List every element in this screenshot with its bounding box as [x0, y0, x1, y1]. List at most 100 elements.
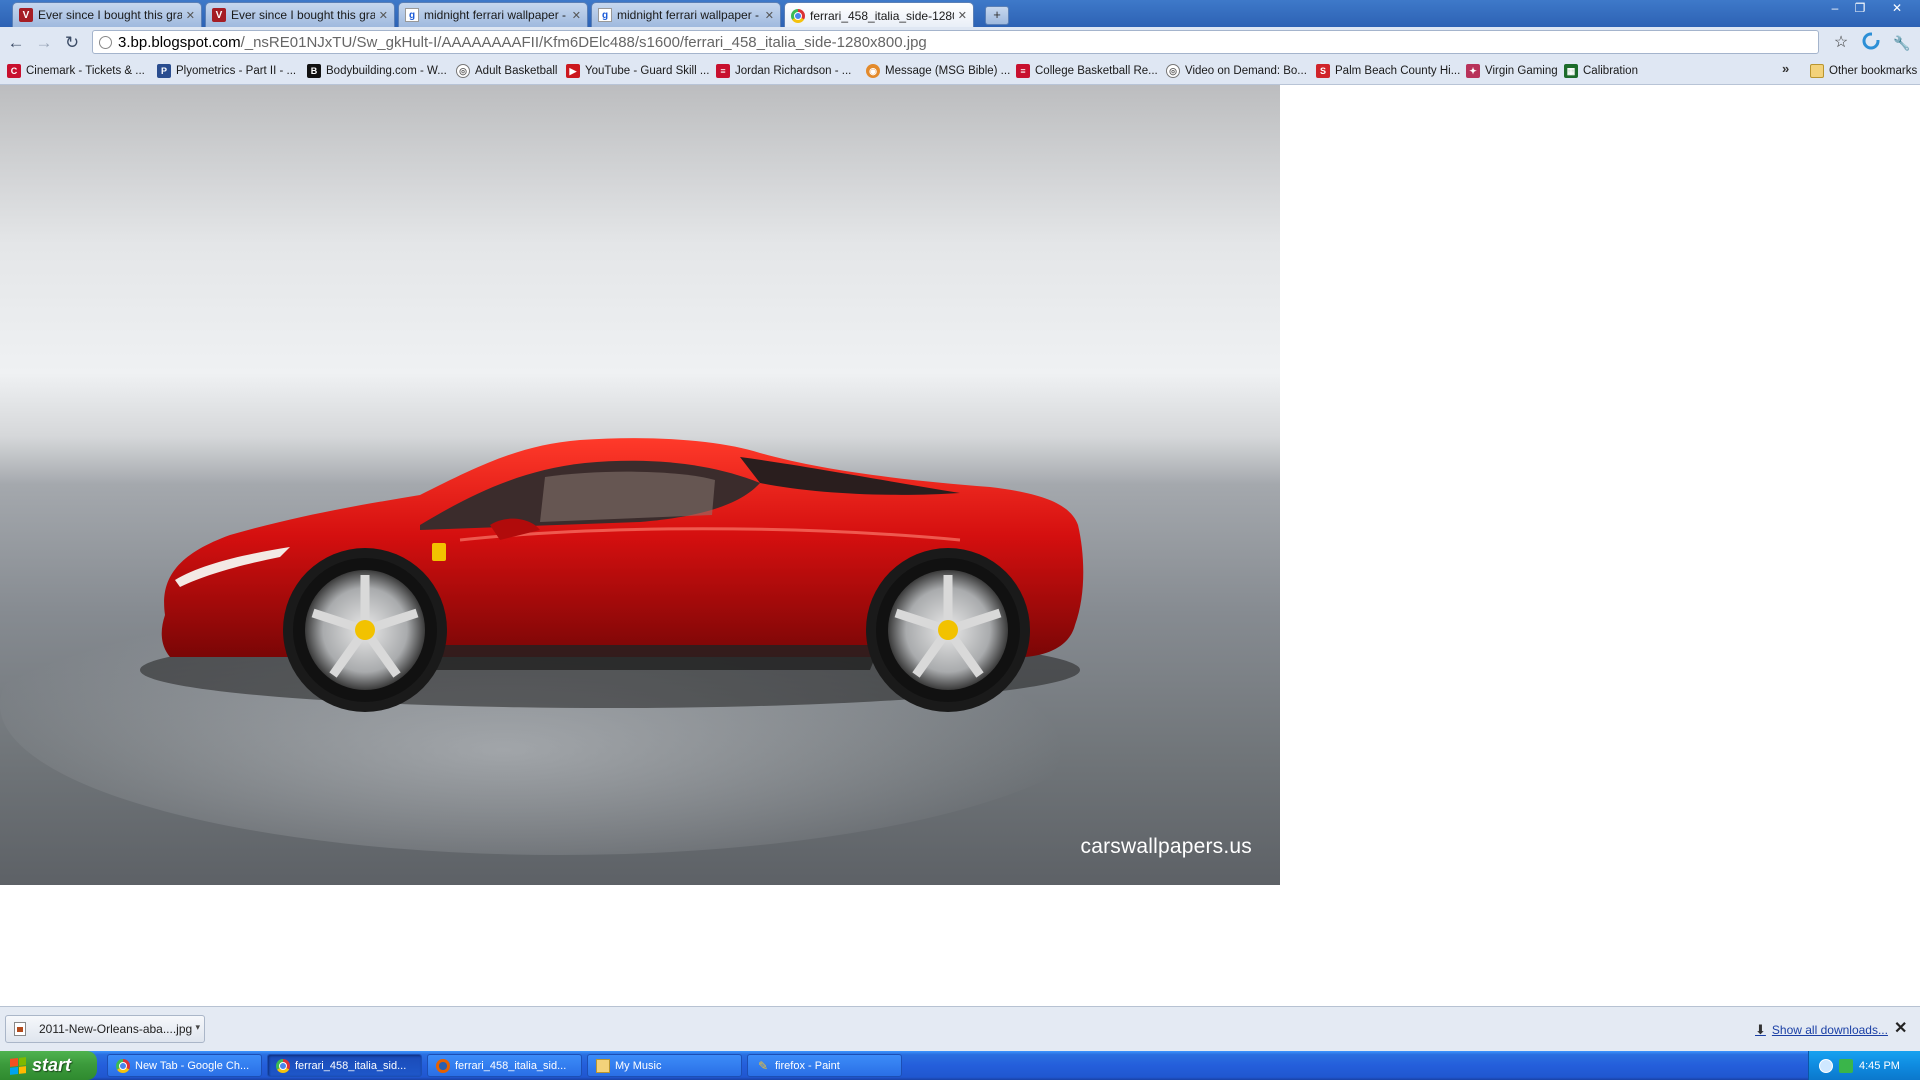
back-button[interactable]: ← [5, 32, 27, 54]
close-icon[interactable]: ✕ [379, 9, 388, 22]
v-site-icon: V [19, 8, 33, 22]
chrome-icon [276, 1058, 290, 1073]
bookmark-calibration[interactable]: ▦ Calibration [1564, 58, 1638, 84]
page-icon [99, 35, 112, 49]
reload-button[interactable]: ↻ [61, 32, 83, 54]
bookmarks-bar: C Cinemark - Tickets & ... P Plyometrics… [0, 58, 1920, 85]
restore-button[interactable]: ❐ [1849, 1, 1871, 17]
close-download-shelf-button[interactable]: ✕ [1894, 1018, 1907, 1038]
close-icon[interactable]: ✕ [958, 9, 967, 22]
page-content: carswallpapers.us [0, 85, 1920, 1006]
bookmark-label: Plyometrics - Part II - ... [176, 65, 297, 77]
clock[interactable]: 4:45 PM [1859, 1060, 1900, 1072]
ferrari-car-illustration [0, 438, 1120, 855]
watermark-text: carswallpapers.us [1080, 835, 1252, 858]
bookmark-cinemark[interactable]: C Cinemark - Tickets & ... [7, 58, 145, 84]
windows-taskbar: start New Tab - Google Ch... ferrari_458… [0, 1051, 1920, 1080]
page-icon: P [157, 64, 171, 78]
chrome-icon [116, 1058, 130, 1073]
tab-title: ferrari_458_italia_side-1280x8 [810, 8, 954, 23]
show-all-downloads-link[interactable]: ⬇ Show all downloads... [1755, 1022, 1888, 1038]
tray-expand-icon[interactable] [1819, 1058, 1833, 1073]
bookmark-plyometrics[interactable]: P Plyometrics - Part II - ... [157, 58, 296, 84]
taskbar-item-label: My Music [615, 1059, 662, 1072]
new-tab-button[interactable]: + [985, 6, 1009, 25]
tab-midnight-ferrari-1[interactable]: g midnight ferrari wallpaper - Go ✕ [398, 2, 588, 27]
folder-icon [1810, 64, 1824, 78]
cinemark-icon: C [7, 64, 21, 78]
system-tray: 4:45 PM [1808, 1051, 1920, 1080]
bookmark-label: Palm Beach County Hi... [1335, 65, 1461, 77]
minimize-button[interactable]: – [1824, 1, 1846, 17]
chrome-icon [791, 8, 805, 23]
bookmark-video-on-demand[interactable]: ◎ Video on Demand: Bo... [1166, 58, 1307, 84]
bookmark-label: Jordan Richardson - ... [735, 65, 852, 77]
bookmark-virgin-gaming[interactable]: ✦ Virgin Gaming [1466, 58, 1558, 84]
bookmark-star-icon[interactable]: ☆ [1830, 32, 1852, 54]
close-icon[interactable]: ✕ [572, 9, 581, 22]
bookmarks-overflow-chevron[interactable]: » [1782, 61, 1789, 76]
other-bookmarks-label: Other bookmarks [1829, 65, 1918, 77]
tab-title: midnight ferrari wallpaper - Go [424, 8, 568, 22]
globe-icon: ◎ [1166, 64, 1180, 78]
other-bookmarks[interactable]: Other bookmarks [1810, 58, 1917, 84]
wrench-icon[interactable]: 🔧 [1891, 32, 1913, 54]
start-label: start [32, 1055, 72, 1075]
bookmark-adult-basketball[interactable]: ◎ Adult Basketball [456, 58, 557, 84]
bookmark-label: College Basketball Re... [1035, 65, 1158, 77]
calibration-icon: ▦ [1564, 64, 1578, 78]
firefox-icon [436, 1058, 450, 1073]
chevron-down-icon[interactable]: ▾ [195, 1022, 200, 1033]
ferrari-wallpaper-image[interactable]: carswallpapers.us [0, 85, 1280, 885]
bookmark-jordan-richardson[interactable]: ≡ Jordan Richardson - ... [716, 58, 851, 84]
taskbar-item-new-tab[interactable]: New Tab - Google Ch... [107, 1054, 262, 1077]
taskbar-item-ferrari-firefox[interactable]: ferrari_458_italia_sid... [427, 1054, 582, 1077]
forward-button[interactable]: → [33, 32, 55, 54]
bookmark-college-basketball[interactable]: ≡ College Basketball Re... [1016, 58, 1158, 84]
bookmark-label: Adult Basketball [475, 65, 558, 77]
close-icon[interactable]: ✕ [765, 9, 774, 22]
bookmark-icon: ≡ [1016, 64, 1030, 78]
bookmark-label: Message (MSG Bible) ... [885, 65, 1011, 77]
palm-beach-icon: S [1316, 64, 1330, 78]
bookmark-youtube[interactable]: ▶ YouTube - Guard Skill ... [566, 58, 709, 84]
taskbar-item-my-music[interactable]: My Music [587, 1054, 742, 1077]
tab-ever-since-2[interactable]: V Ever since I bought this graph ✕ [205, 2, 395, 27]
close-window-button[interactable]: ✕ [1886, 1, 1908, 17]
nvidia-icon[interactable] [1839, 1058, 1853, 1073]
download-file-name: 2011-New-Orleans-aba....jpg [39, 1022, 193, 1036]
bookmark-label: Video on Demand: Bo... [1185, 65, 1307, 77]
download-shelf: 2011-New-Orleans-aba....jpg ▾ ⬇ Show all… [0, 1006, 1920, 1052]
tab-title: Ever since I bought this graph [231, 8, 375, 22]
v-site-icon: V [212, 8, 226, 22]
virgin-gaming-icon: ✦ [1466, 64, 1480, 78]
bookmark-label: Calibration [1583, 65, 1638, 77]
bookmark-palm-beach[interactable]: S Palm Beach County Hi... [1316, 58, 1460, 84]
tab-ferrari-image[interactable]: ferrari_458_italia_side-1280x8 ✕ [784, 2, 974, 28]
taskbar-item-paint[interactable]: ✎ firefox - Paint [747, 1054, 902, 1077]
browser-toolbar: ← → ↻ 3.bp.blogspot.com/_nsRE01NJxTU/Sw_… [0, 27, 1920, 59]
bookmark-bodybuilding[interactable]: B Bodybuilding.com - W... [307, 58, 447, 84]
bookmark-icon: ≡ [716, 64, 730, 78]
url-path: /_nsRE01NJxTU/Sw_gkHult-I/AAAAAAAAFII/Kf… [240, 33, 927, 51]
image-file-icon [14, 1022, 26, 1036]
tab-midnight-ferrari-2[interactable]: g midnight ferrari wallpaper - Go ✕ [591, 2, 781, 27]
msg-icon: ◉ [866, 64, 880, 78]
sync-icon[interactable] [1860, 32, 1882, 54]
tab-ever-since-1[interactable]: V Ever since I bought this graph ✕ [12, 2, 202, 27]
address-bar[interactable]: 3.bp.blogspot.com/_nsRE01NJxTU/Sw_gkHult… [92, 30, 1819, 54]
show-all-label: Show all downloads... [1771, 1023, 1888, 1037]
front-wheel [293, 558, 437, 702]
start-button[interactable]: start [0, 1051, 97, 1080]
taskbar-item-ferrari-chrome[interactable]: ferrari_458_italia_sid... [267, 1054, 422, 1077]
windows-logo-icon [10, 1056, 26, 1075]
close-icon[interactable]: ✕ [186, 9, 195, 22]
globe-icon: ◎ [456, 64, 470, 78]
download-item[interactable]: 2011-New-Orleans-aba....jpg ▾ [5, 1015, 205, 1043]
taskbar-item-label: New Tab - Google Ch... [135, 1059, 250, 1072]
url-host: 3.bp.blogspot.com [118, 33, 241, 51]
taskbar-item-label: firefox - Paint [775, 1059, 840, 1072]
paint-icon: ✎ [757, 1058, 769, 1073]
taskbar-item-label: ferrari_458_italia_sid... [455, 1059, 567, 1072]
bookmark-msg-bible[interactable]: ◉ Message (MSG Bible) ... [866, 58, 1010, 84]
